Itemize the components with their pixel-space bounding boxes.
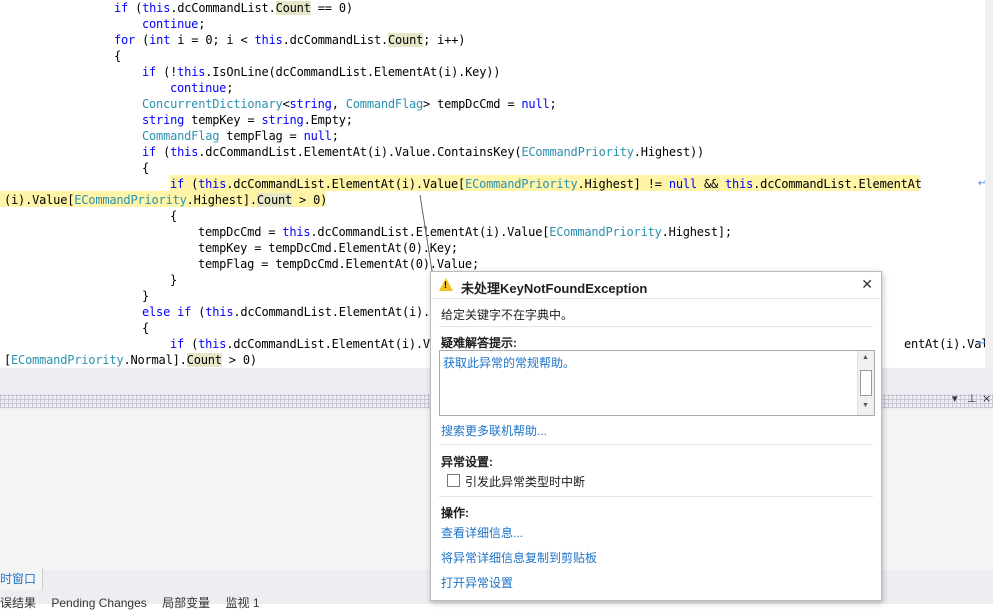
pin-icon[interactable]: ⊥ — [967, 392, 977, 405]
exception-title: 未处理KeyNotFoundException — [461, 281, 648, 296]
general-help-link[interactable]: 获取此异常的常规帮助。 — [443, 354, 575, 371]
exception-title-bar: ! 未处理KeyNotFoundException ✕ — [431, 272, 881, 299]
exception-helper-popup: ! 未处理KeyNotFoundException ✕ 给定关键字不在字典中。 … — [430, 271, 882, 601]
break-on-exception-checkbox[interactable] — [447, 474, 460, 487]
warning-mark: ! — [444, 280, 447, 290]
exception-message: 给定关键字不在字典中。 — [441, 308, 574, 322]
copy-details-link[interactable]: 将异常详细信息复制到剪贴板 — [441, 549, 597, 566]
tab-immediate-window[interactable]: 时窗口 — [0, 568, 44, 590]
view-details-link[interactable]: 查看详细信息... — [441, 524, 523, 541]
divider — [439, 326, 873, 327]
divider — [439, 496, 873, 497]
editor-vertical-scrollbar[interactable] — [985, 0, 993, 368]
exception-settings-heading: 异常设置: — [441, 455, 493, 469]
search-online-help-link[interactable]: 搜索更多联机帮助... — [441, 422, 547, 439]
scroll-thumb[interactable] — [860, 370, 872, 396]
divider — [439, 444, 873, 445]
troubleshooting-tips-list: 获取此异常的常规帮助。 ▲ ▼ — [439, 350, 875, 416]
troubleshooting-heading: 疑难解答提示: — [441, 336, 517, 350]
window-position-dropdown-icon[interactable]: ▾ — [952, 392, 958, 405]
scroll-down-icon[interactable]: ▼ — [862, 402, 869, 409]
tab-watch-1[interactable]: 监视 1 — [225, 596, 259, 610]
tab-error-results[interactable]: 误结果 — [0, 596, 36, 610]
tab-pending-changes[interactable]: Pending Changes — [51, 596, 146, 610]
scroll-up-icon[interactable]: ▲ — [862, 354, 869, 361]
close-icon[interactable]: ✕ — [861, 276, 873, 293]
tab-locals[interactable]: 局部变量 — [162, 596, 210, 610]
tool-window-close-icon[interactable]: × — [982, 392, 991, 405]
open-exception-settings-link[interactable]: 打开异常设置 — [441, 574, 513, 591]
tips-scrollbar[interactable]: ▲ ▼ — [857, 351, 874, 415]
break-on-exception-label[interactable]: 引发此异常类型时中断 — [465, 473, 585, 490]
actions-heading: 操作: — [441, 506, 469, 520]
